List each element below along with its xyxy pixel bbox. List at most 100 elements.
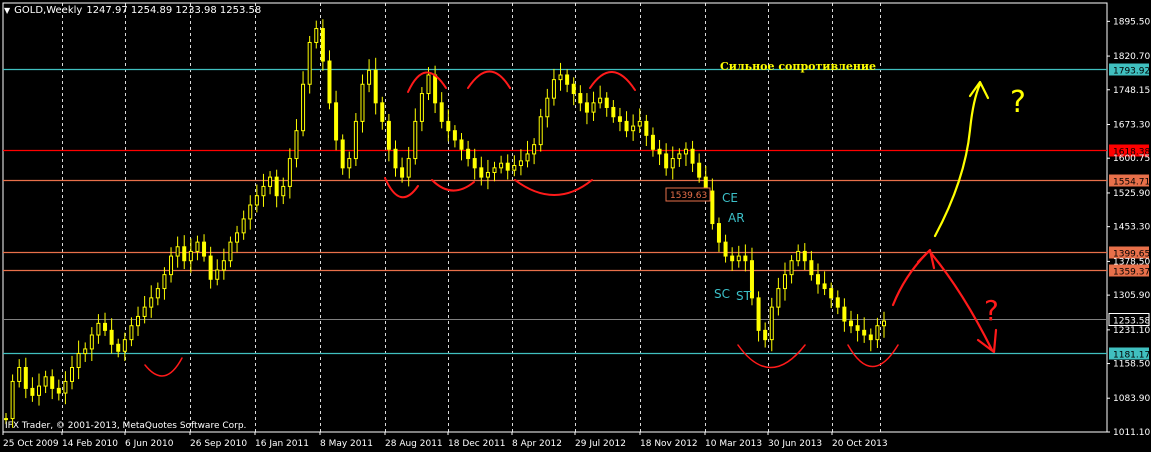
candle [433,65,438,114]
candle [492,161,497,182]
candle-body [406,158,411,178]
candle [631,114,636,141]
candle [763,322,768,348]
candle [70,355,75,390]
y-tick-label: 1525.90 [1113,189,1150,199]
chart-canvas[interactable]: 1793.921618.381554.711399.651359.371181.… [0,0,1151,452]
candle [683,142,688,166]
candle-body [617,116,622,122]
candle [730,247,735,271]
candle [565,69,570,93]
x-axis: 25 Oct 2009 14 Feb 2010 6 Jun 2010 26 Sep 2… [2,432,888,449]
candle-body [710,190,715,225]
candle [710,178,715,230]
candle-body [307,41,312,85]
candle-body [268,176,273,187]
candle [848,310,853,334]
candle-body [103,322,108,331]
level-label: 1359.37 [1113,268,1150,278]
x-tick-label: 26 Sep 2010 [190,439,247,449]
candle [202,234,207,262]
candle-body [76,353,81,369]
candle [17,359,22,388]
level-label: 1793.92 [1113,67,1150,77]
candle [413,108,418,165]
candle-body [769,306,774,341]
candle [400,157,405,183]
candle-body [83,348,88,355]
candle [367,59,372,93]
candle [419,87,424,132]
candle [644,114,649,147]
candle [796,244,801,267]
candle-body [644,120,649,136]
candle-body [169,255,174,276]
candle-body [763,329,768,341]
candle [116,338,121,358]
candle-body [334,102,339,141]
candle [195,235,200,261]
candle-body [261,185,266,197]
candle [835,290,840,315]
candle-body [274,176,279,197]
candle [103,312,108,336]
candle-body [611,106,616,118]
candle [624,111,629,138]
candle-body [518,160,523,167]
candle [809,250,814,281]
y-tick-label: 1305.90 [1113,291,1150,301]
candle [664,143,669,176]
candle-body [367,69,372,85]
candle [882,311,886,338]
candle [314,20,319,49]
candle-body [565,74,570,85]
candle [241,210,246,240]
candle [162,267,167,300]
candle [301,71,306,137]
candle-body [512,165,517,171]
candle-body [697,162,702,178]
candle-body [842,306,847,322]
candle-body [657,148,662,155]
candle [776,277,781,316]
candle-body [505,162,510,171]
candle-body [221,260,226,271]
candle [63,371,68,405]
candle [347,151,352,179]
plot-frame [2,2,1108,433]
candle-body [683,148,688,155]
candle [340,134,345,175]
candle-body [116,343,121,352]
arrowhead-yellow [968,80,990,100]
candle-body [624,120,629,132]
candle-body [30,387,35,396]
x-tick-label: 28 Aug 2011 [385,439,443,449]
candle [307,35,312,94]
candle-body [446,120,451,132]
candle [274,169,279,208]
candle-body [380,102,385,122]
candle [188,238,193,273]
y-tick-label: 1748.15 [1113,86,1150,96]
y-axis: 1895.50 1820.70 1748.15 1673.30 1600.75 1525.… [1107,17,1150,438]
candle [149,285,154,318]
candle-body [162,274,167,290]
candle [30,377,35,402]
bottom-arc-drawing [514,179,593,196]
candle [109,318,114,354]
candle [584,93,589,125]
candle-body [23,367,28,389]
candle-body [492,167,497,173]
candle-body [829,288,834,299]
candle [334,90,339,151]
candle-body [287,158,292,187]
x-tick-label: 10 Mar 2013 [705,439,762,449]
candle-body [479,167,484,178]
y-tick-label: 1895.50 [1113,17,1150,27]
price-tag-label: 1539.63 [670,191,707,201]
question-mark-yellow: ? [1010,85,1026,120]
candle [525,140,530,168]
candle-body [855,325,860,331]
x-tick-label: 14 Feb 2010 [62,439,118,449]
candle-body [136,315,141,327]
